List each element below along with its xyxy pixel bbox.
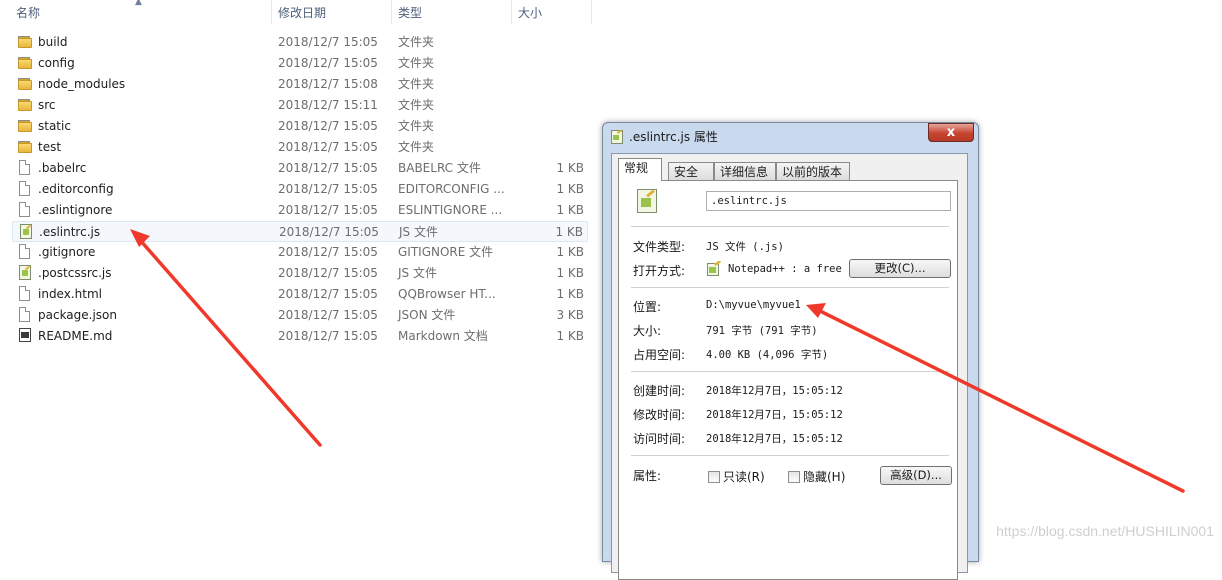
arrow-head-icon — [806, 303, 826, 318]
arrow-to-location-value — [816, 308, 1185, 493]
watermark: https://blog.csdn.net/HUSHILIN001 — [996, 523, 1214, 539]
annotation-arrows — [130, 229, 1185, 493]
tab-general-label: 常规 — [624, 161, 649, 175]
arrow-to-eslintrc-file — [138, 238, 322, 447]
arrow-head-icon — [130, 229, 150, 247]
tab-general[interactable]: 常规 — [618, 158, 662, 181]
